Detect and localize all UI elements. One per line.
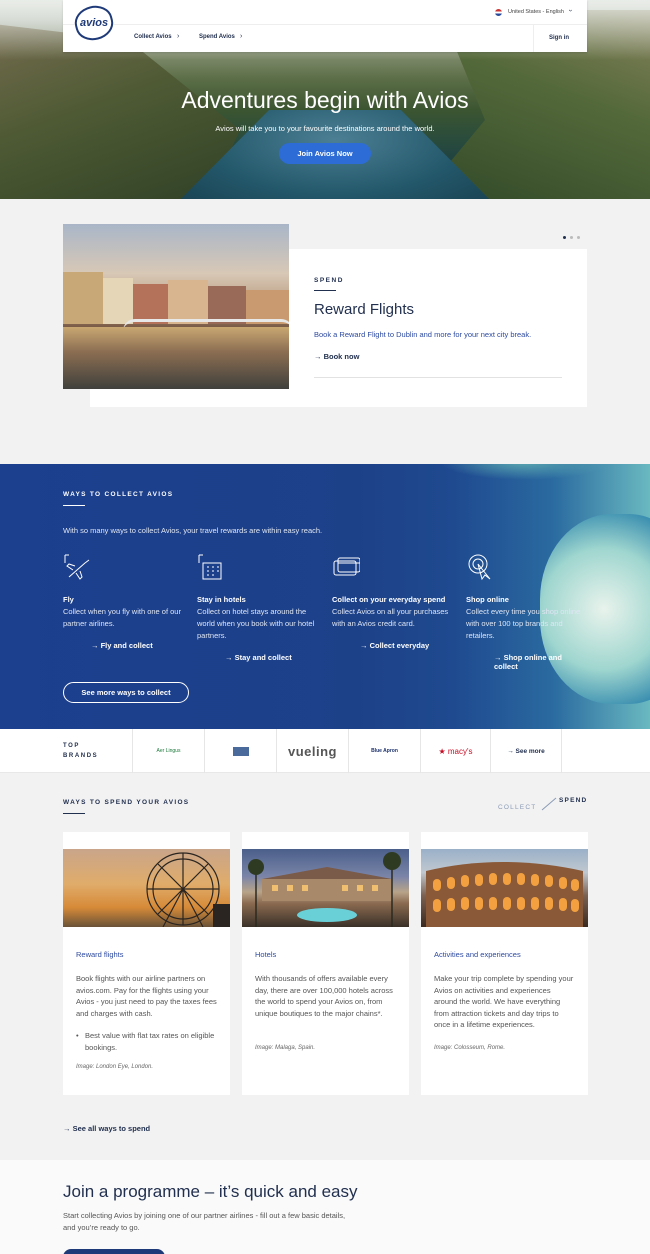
- see-all-ways-to-spend-link[interactable]: → See all ways to spend: [63, 1124, 150, 1133]
- chevron-down-icon: ›: [566, 9, 574, 12]
- collect-everyday-link[interactable]: → Collect everyday: [360, 641, 429, 650]
- malaga-hotel-image: [242, 849, 409, 927]
- collect-item-hotels: Stay in hotels Collect on hotel stays ar…: [197, 553, 317, 662]
- join-title: Join a programme – it’s quick and easy: [63, 1182, 358, 1201]
- plane-icon: [64, 554, 90, 580]
- hero-title: Adventures begin with Avios: [181, 87, 469, 113]
- join-description: Start collecting Avios by joining one of…: [63, 1211, 346, 1232]
- colosseum-image: [421, 849, 588, 927]
- locale-selector[interactable]: United States - English: [508, 9, 564, 15]
- fly-and-collect-link[interactable]: → Fly and collect: [91, 641, 153, 650]
- spend-card-title: Activities and experiences: [434, 950, 521, 959]
- feature-title: Reward Flights: [314, 301, 415, 318]
- dublin-image: [63, 224, 289, 389]
- spend-card-desc: Book flights with our airline partners o…: [76, 974, 217, 1018]
- see-more-brands-link[interactable]: → See more: [490, 729, 562, 773]
- join-avios-button[interactable]: Join Avios Now: [279, 143, 371, 164]
- stay-and-collect-link[interactable]: → Stay and collect: [225, 653, 292, 662]
- hotel-icon: [198, 554, 222, 580]
- river: [63, 327, 289, 389]
- collect-heading: WAYS TO COLLECT AVIOS: [63, 491, 174, 498]
- credit-card-icon: [333, 557, 361, 576]
- spend-card-desc: With thousands of offers available every…: [255, 974, 393, 1018]
- collect-item-fly: Fly Collect when you fly with one of our…: [63, 553, 183, 650]
- spend-card-hotels[interactable]: Hotels With thousands of offers availabl…: [242, 832, 409, 1095]
- collect-item-shop: Shop online Collect every time you shop …: [466, 553, 586, 671]
- logo-text: avios: [79, 17, 109, 30]
- collect-intro: With so many ways to collect Avios, your…: [63, 526, 323, 535]
- brand-british-airways[interactable]: [204, 729, 276, 773]
- book-now-link[interactable]: → Book now: [314, 352, 359, 361]
- brand-macys[interactable]: ★ macy's: [420, 729, 490, 773]
- nav-spend-avios[interactable]: Spend Avios: [199, 34, 235, 40]
- collect-item-everyday: Collect on your everyday spend Collect A…: [332, 553, 452, 650]
- join-button[interactable]: [63, 1249, 165, 1254]
- top-brands-label: TOP BRANDS: [63, 743, 99, 759]
- spend-card-reward-flights[interactable]: Reward flights Book flights with our air…: [63, 832, 230, 1095]
- feature-description: Book a Reward Flight to Dublin and more …: [314, 330, 532, 339]
- london-eye-icon: [146, 852, 230, 927]
- nav-collect-avios[interactable]: Collect Avios: [134, 34, 172, 40]
- shop-online-link[interactable]: → Shop online and collect: [494, 653, 586, 671]
- feature-category: SPEND: [314, 277, 344, 284]
- brand-vueling[interactable]: vueling: [276, 729, 348, 773]
- spend-card-bullets: Best value with flat tax rates on eligib…: [76, 1030, 220, 1053]
- carousel-dots[interactable]: [563, 226, 584, 244]
- sign-in-link[interactable]: Sign in: [549, 35, 569, 41]
- image-caption: Image: London Eye, London.: [76, 1064, 154, 1070]
- spend-card-title: Reward flights: [76, 950, 124, 959]
- spend-card-title: Hotels: [255, 950, 277, 959]
- british-airways-logo: [232, 746, 249, 756]
- join-programme-section: [0, 1160, 650, 1254]
- cursor-click-icon: [468, 554, 491, 581]
- us-flag-icon: [495, 9, 502, 16]
- toggle-divider-icon: [541, 797, 557, 811]
- london-eye-image: [63, 849, 230, 927]
- toggle-spend[interactable]: SPEND: [559, 797, 587, 804]
- image-caption: Image: Malaga, Spain.: [255, 1045, 316, 1051]
- spend-heading: WAYS TO SPEND YOUR AVIOS: [63, 799, 190, 806]
- brand-aer-lingus[interactable]: Aer Lingus: [132, 729, 204, 773]
- chevron-right-icon: ›: [240, 33, 243, 40]
- arrow-right-icon: →: [63, 1124, 73, 1133]
- spend-card-activities[interactable]: Activities and experiences Make your tri…: [421, 832, 588, 1095]
- chevron-right-icon: ›: [177, 33, 180, 40]
- toggle-collect[interactable]: COLLECT: [498, 804, 536, 811]
- avios-logo[interactable]: avios: [71, 1, 117, 45]
- spend-card-desc: Make your trip complete by spending your…: [434, 974, 574, 1029]
- image-caption: Image: Colosseum, Rome.: [434, 1045, 506, 1051]
- top-navigation: avios Collect Avios › Spend Avios › Unit…: [63, 0, 587, 52]
- see-more-ways-button[interactable]: See more ways to collect: [63, 682, 189, 703]
- arrow-right-icon: →: [314, 352, 324, 361]
- hero-subtitle: Avios will take you to your favourite de…: [215, 124, 435, 133]
- brand-blue-apron[interactable]: Blue Apron: [348, 729, 420, 773]
